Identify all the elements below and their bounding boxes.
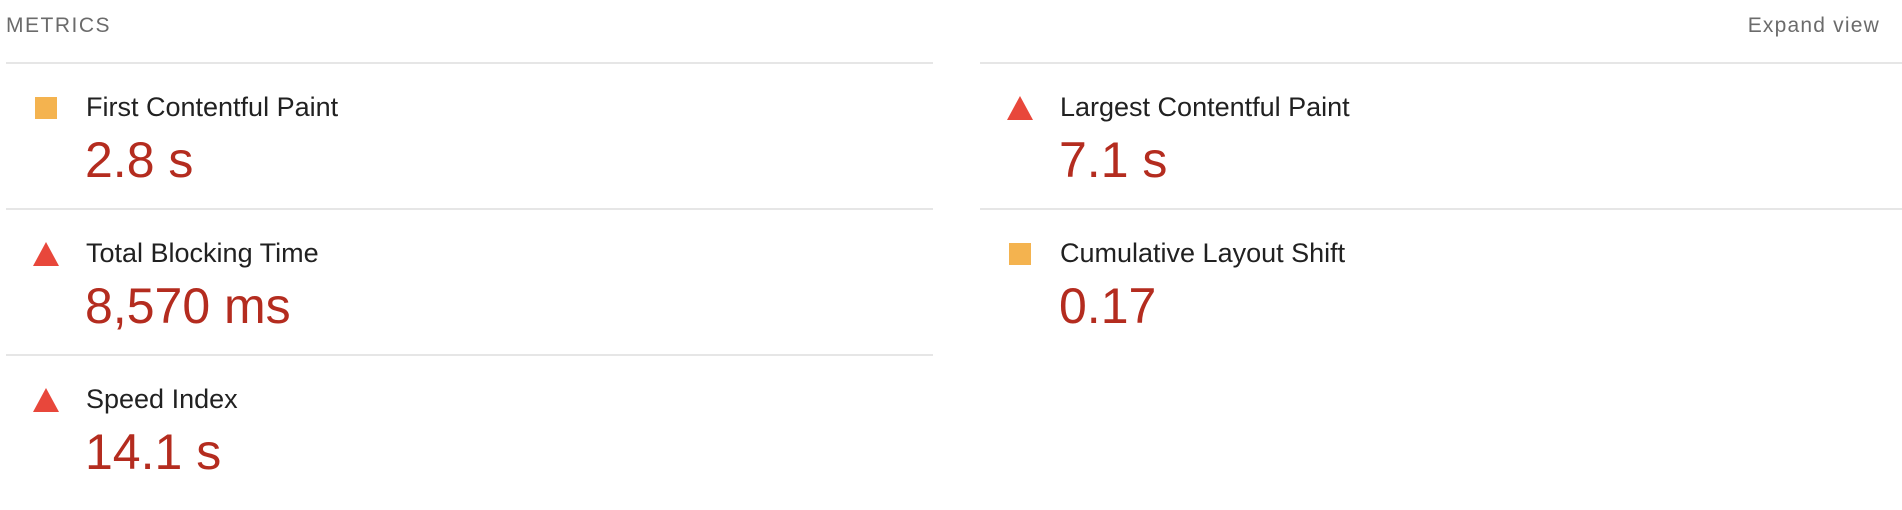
metric-first-contentful-paint: First Contentful Paint 2.8 s (6, 62, 933, 208)
red-triangle-icon (33, 388, 59, 412)
metric-label: Largest Contentful Paint (1060, 92, 1350, 122)
metrics-panel: METRICS Expand view First Contentful Pai… (0, 0, 1902, 510)
metric-label: First Contentful Paint (86, 92, 339, 122)
metric-label: Speed Index (86, 384, 238, 414)
metric-value: 8,570 ms (85, 278, 291, 334)
orange-square-icon (1009, 243, 1031, 265)
metric-total-blocking-time: Total Blocking Time 8,570 ms (6, 208, 933, 354)
metrics-grid: First Contentful Paint 2.8 s Total Block… (6, 52, 1902, 480)
metric-label: Cumulative Layout Shift (1060, 238, 1346, 268)
section-title: METRICS (6, 14, 111, 37)
metric-value: 0.17 (1059, 278, 1157, 334)
red-triangle-icon (33, 242, 59, 266)
metrics-header: METRICS Expand view (6, 0, 1880, 52)
expand-view-button[interactable]: Expand view (1748, 14, 1880, 38)
orange-square-icon (35, 97, 57, 119)
metric-cumulative-layout-shift: Cumulative Layout Shift 0.17 (980, 208, 1902, 354)
metric-value: 2.8 s (85, 132, 194, 188)
metrics-column-left: First Contentful Paint 2.8 s Total Block… (6, 62, 933, 500)
red-triangle-icon (1007, 96, 1033, 120)
metric-speed-index: Speed Index 14.1 s (6, 354, 933, 500)
metric-value: 7.1 s (1059, 132, 1168, 188)
metric-largest-contentful-paint: Largest Contentful Paint 7.1 s (980, 62, 1902, 208)
metrics-column-right: Largest Contentful Paint 7.1 s Cumulativ… (980, 62, 1902, 354)
metric-value: 14.1 s (85, 424, 222, 480)
metric-label: Total Blocking Time (86, 238, 319, 268)
